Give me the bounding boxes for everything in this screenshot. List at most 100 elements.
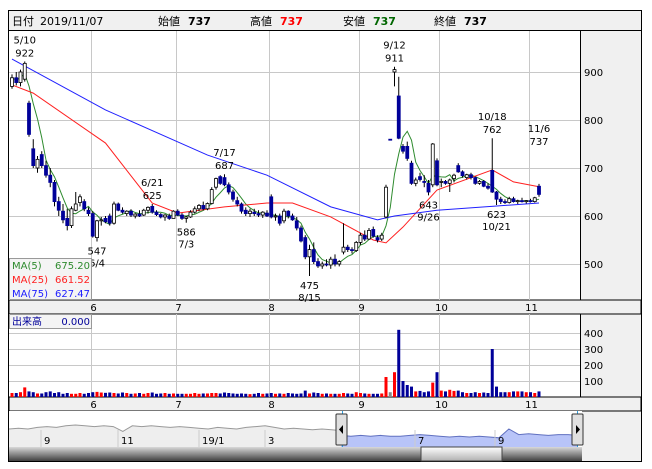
candle-body [354, 241, 359, 251]
candle [299, 225, 303, 243]
candle-body [469, 174, 473, 179]
month-label: 10 [435, 400, 448, 411]
candle-body [273, 215, 278, 218]
candle [205, 202, 210, 211]
candle-body [375, 237, 380, 241]
candle-body [430, 143, 435, 186]
candle-body [103, 217, 108, 223]
candle-body [333, 258, 337, 265]
navigator-label: 9 [44, 436, 50, 447]
annotation-value: 586 [177, 228, 196, 239]
navigator-left-handle[interactable] [335, 413, 348, 446]
volume-bar [354, 392, 358, 397]
candle-body [107, 215, 112, 224]
candle-body [163, 214, 167, 218]
candle [171, 210, 176, 219]
volume-bar [244, 393, 248, 397]
volume-bar [261, 393, 265, 397]
volume-legend: 出来高 0.000 [9, 314, 92, 329]
volume-bar [444, 391, 447, 397]
candle [218, 175, 223, 185]
month-axis-upper [8, 299, 642, 315]
navigator-right-panel [582, 411, 641, 461]
header-bar [9, 11, 641, 30]
candle [27, 100, 31, 137]
annotation-date: 10/18 [478, 112, 507, 123]
candle-body [90, 213, 95, 237]
volume-bar [469, 393, 473, 397]
navigator-right-handle[interactable] [571, 413, 584, 446]
month-label: 9 [358, 303, 364, 314]
range-navigator[interactable]: 9 11 19/1 3 7 9 [8, 411, 582, 447]
candle-body [52, 181, 57, 202]
candle-body [154, 211, 159, 215]
volume-bar [342, 393, 345, 397]
candle-body [243, 209, 248, 215]
candle-body [447, 179, 452, 184]
volume-bar [146, 393, 150, 397]
volume-bar [87, 393, 90, 397]
candle-body [56, 201, 61, 211]
candle-body [367, 229, 371, 240]
candle-body [112, 203, 116, 224]
annotation-date: 7/17 [213, 148, 235, 159]
candle-body [299, 227, 303, 242]
volume-bar [456, 390, 460, 397]
candle-body [494, 191, 499, 200]
annotation-value: 547 [87, 246, 106, 257]
annotation-value: 911 [385, 54, 404, 65]
volume-bar [19, 392, 22, 397]
candle-body [184, 216, 189, 219]
candle-body [350, 249, 354, 252]
volume-bar [465, 393, 469, 397]
candle [388, 138, 393, 141]
candle-body [235, 200, 240, 205]
volume-bar [478, 393, 481, 397]
annotation-value: 922 [15, 48, 34, 59]
volume-bar [223, 392, 226, 397]
candle-body [520, 200, 524, 203]
candle-body [252, 211, 257, 215]
month-axis-lower [8, 396, 642, 412]
candle-body [345, 246, 350, 250]
volume-bar [269, 393, 273, 397]
volume-bar [108, 392, 112, 397]
month-label: 8 [268, 400, 274, 411]
candle-body [226, 184, 231, 193]
volume-bar [507, 392, 511, 397]
volume-label: 出来高 [12, 315, 42, 328]
volume-bar [197, 393, 201, 397]
candle-body [69, 208, 74, 227]
volume-bar [380, 393, 384, 397]
candle-body [443, 181, 448, 184]
navigator-scrollbar-thumb[interactable] [420, 446, 503, 462]
ma25-label: MA(25) [12, 275, 48, 286]
volume-bar [36, 393, 39, 397]
candle-body [290, 215, 295, 221]
candle-body [396, 95, 401, 139]
ma25-value: 661.52 [55, 275, 90, 286]
candle [209, 187, 214, 205]
volume-bar [422, 392, 426, 397]
annotation-date: 5/10 [14, 35, 36, 46]
volume-bar [486, 393, 490, 397]
candle-body [503, 201, 507, 204]
volume-bar [150, 392, 154, 397]
volume-bar [44, 392, 48, 397]
candle-body [320, 263, 325, 267]
candle-body [384, 186, 388, 218]
candle [69, 206, 74, 228]
candle-body [435, 160, 439, 186]
candle-body [31, 148, 36, 167]
volume-bar [359, 393, 362, 397]
volume-bar [329, 393, 333, 397]
price-tick-label: 700 [584, 164, 603, 175]
candle-body [197, 205, 201, 210]
volume-bar [240, 393, 243, 397]
high-value: 737 [280, 15, 303, 28]
candle-body [490, 169, 495, 193]
volume-bar [95, 391, 99, 397]
volume-bar [431, 382, 435, 397]
volume-bar [291, 393, 294, 397]
annotation-date: 9/26 [417, 212, 439, 223]
